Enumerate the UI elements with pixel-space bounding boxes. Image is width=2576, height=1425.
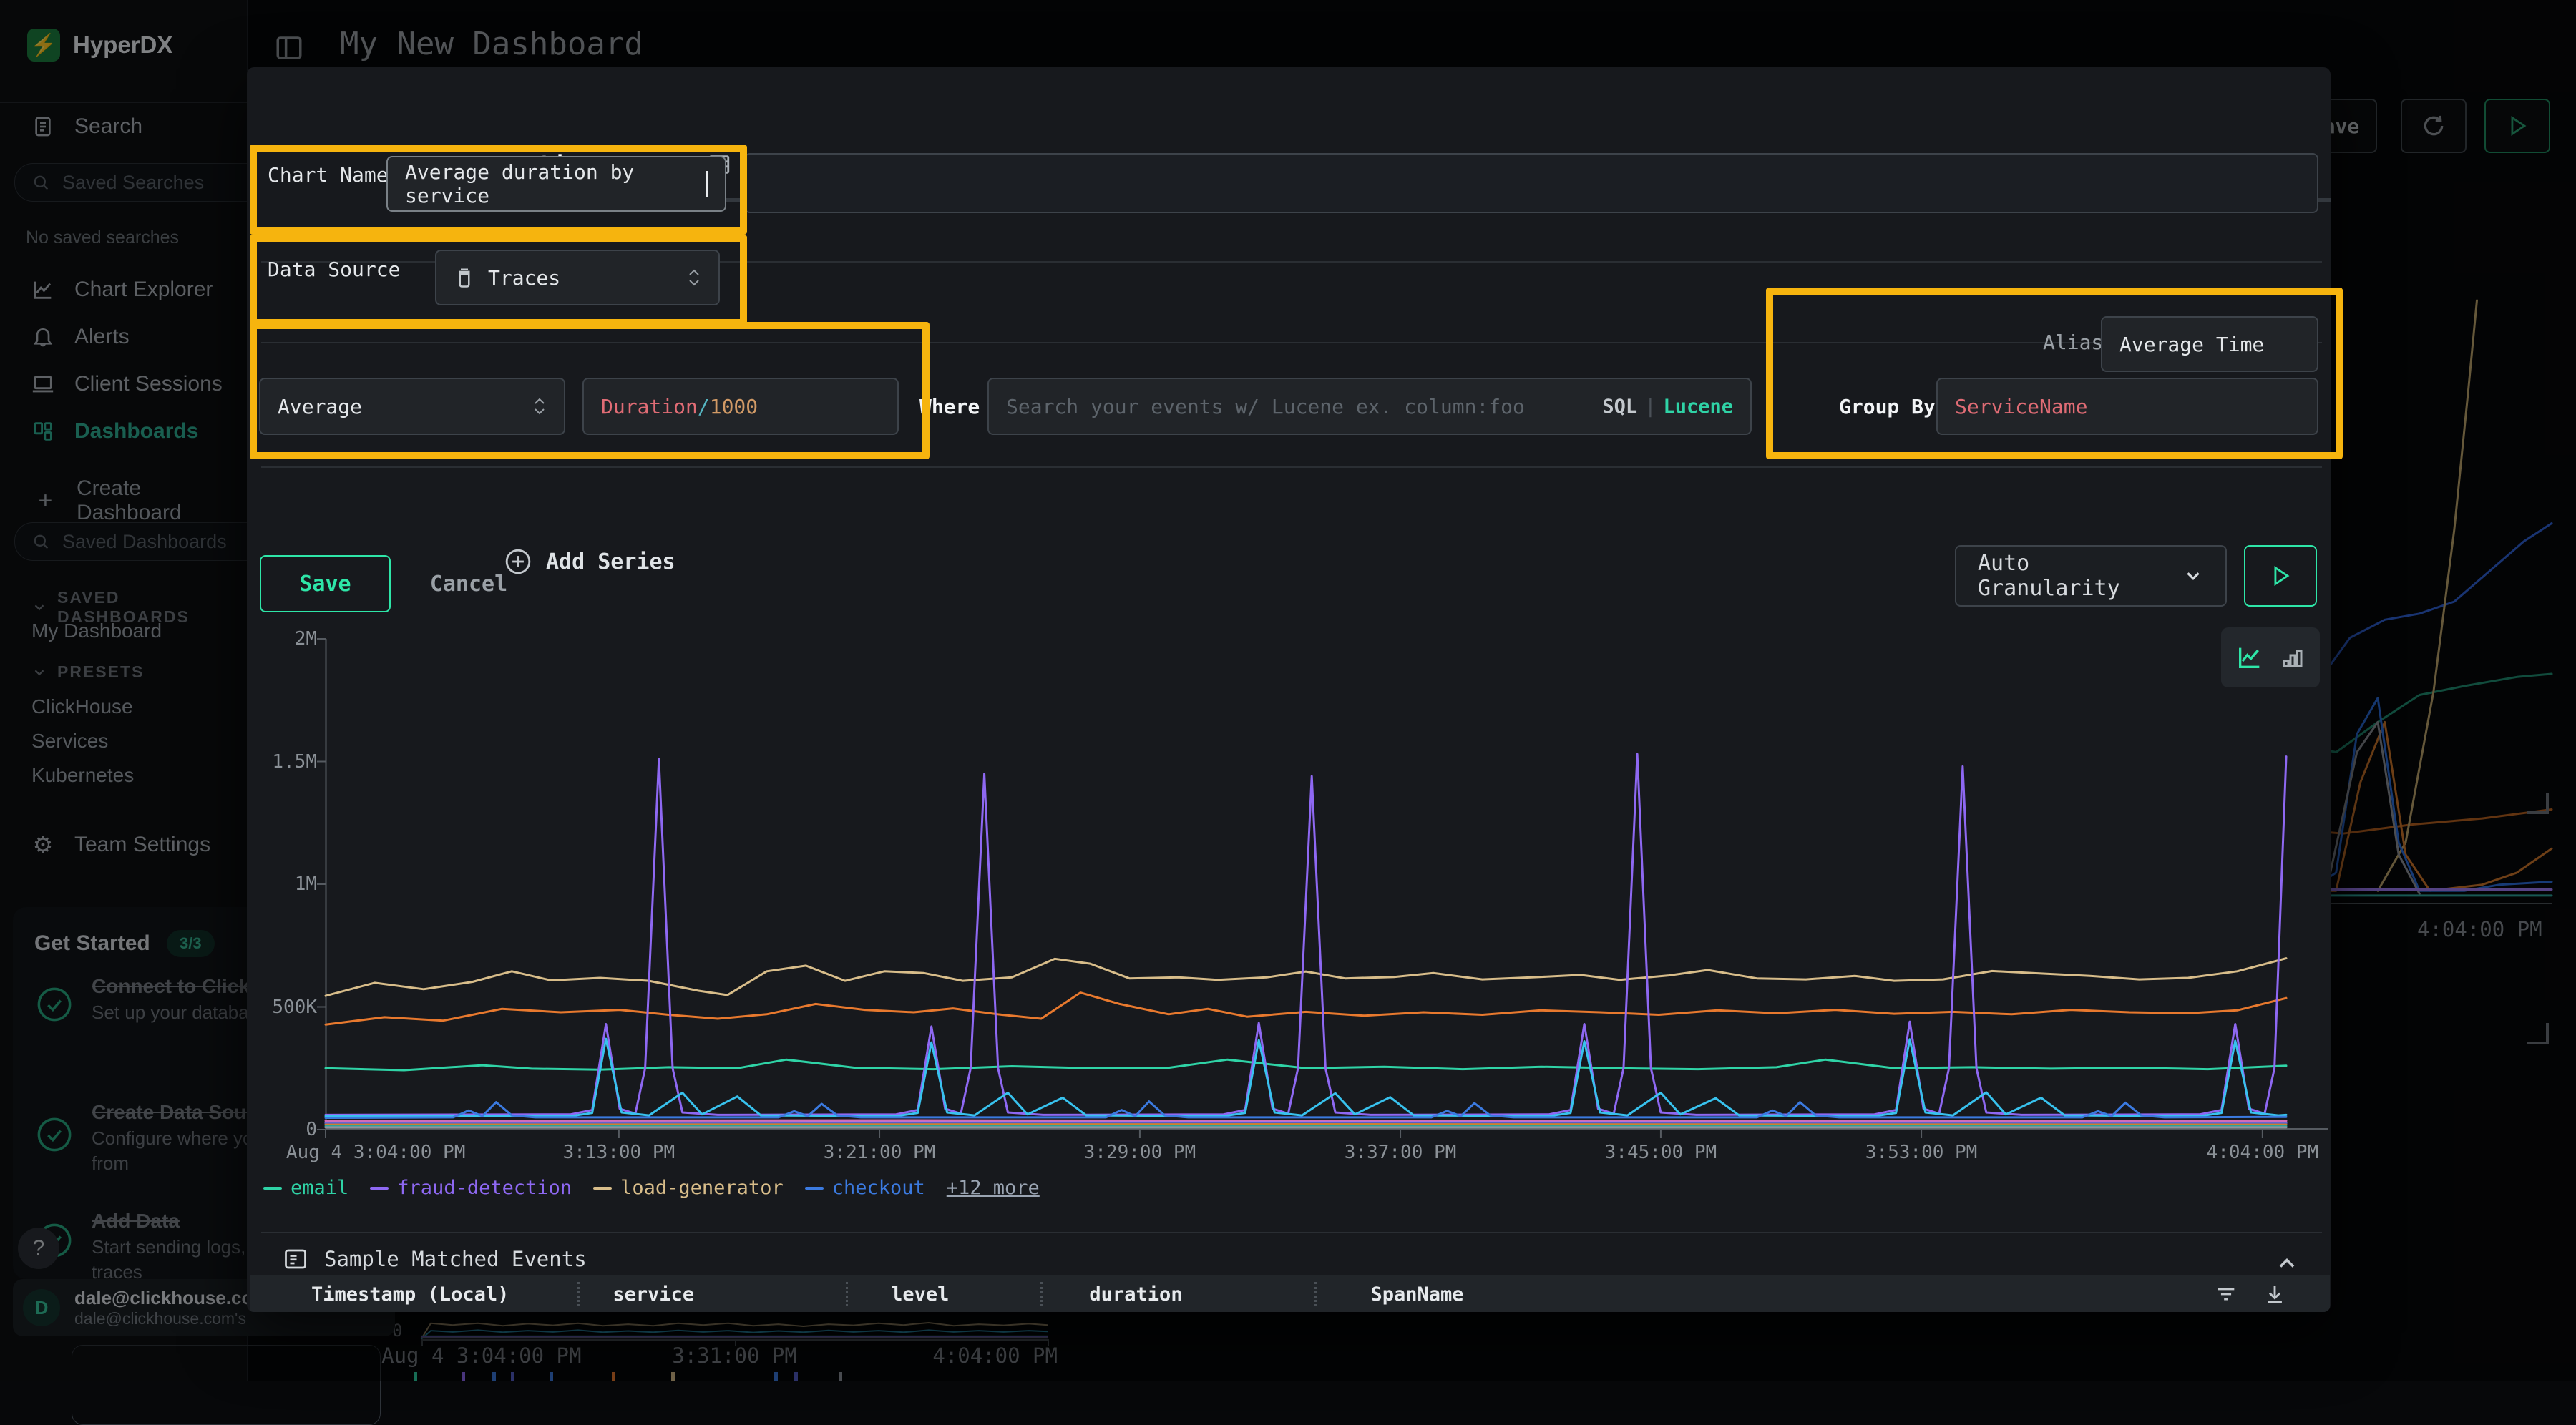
x-tick-label: 3:29:00 PM bbox=[1084, 1142, 1196, 1163]
legend-dash-icon bbox=[593, 1187, 612, 1190]
legend-dash-icon bbox=[263, 1187, 282, 1190]
where-label: Where bbox=[919, 395, 980, 418]
select-chevrons-icon bbox=[532, 397, 547, 416]
chart-name-input-extension[interactable] bbox=[744, 153, 2318, 213]
series-fraud-detection bbox=[326, 754, 2286, 1115]
text-cursor bbox=[706, 171, 708, 197]
y-tick-label: 2M bbox=[295, 628, 317, 650]
y-tick-label: 0 bbox=[306, 1119, 317, 1140]
column-separator[interactable] bbox=[577, 1282, 580, 1306]
column-separator[interactable] bbox=[1040, 1282, 1043, 1306]
divider bbox=[261, 342, 2322, 343]
where-search-input[interactable]: Search your events w/ Lucene ex. column:… bbox=[987, 378, 1752, 435]
series-payment bbox=[326, 1039, 2286, 1116]
series-other-1 bbox=[326, 1120, 2286, 1121]
chevron-up-icon bbox=[2274, 1250, 2300, 1276]
preview-chart: 0500K1M1.5M2M Aug 4 3:04:00 PM3:13:00 PM… bbox=[326, 639, 2286, 1130]
column-header[interactable]: Timestamp (Local) bbox=[311, 1283, 509, 1306]
y-tick-label: 500K bbox=[272, 996, 317, 1018]
series-load-generator bbox=[326, 959, 2286, 996]
run-chart-button[interactable] bbox=[2244, 545, 2317, 607]
download-icon[interactable] bbox=[2263, 1282, 2287, 1306]
aggregation-fn-select[interactable]: Average bbox=[259, 378, 565, 435]
granularity-select[interactable]: Auto Granularity bbox=[1955, 545, 2227, 607]
collapse-section-button[interactable] bbox=[2274, 1250, 2300, 1276]
play-icon bbox=[2268, 564, 2293, 588]
events-table-header: Timestamp (Local) service level duration… bbox=[250, 1275, 2330, 1312]
select-chevrons-icon bbox=[687, 268, 701, 287]
alias-label: Alias bbox=[2043, 330, 2103, 354]
divider bbox=[261, 1232, 2322, 1233]
y-tick-label: 1.5M bbox=[272, 751, 317, 773]
column-header[interactable]: level bbox=[891, 1283, 949, 1306]
list-icon bbox=[283, 1246, 308, 1272]
column-separator[interactable] bbox=[846, 1282, 848, 1306]
x-tick-label: 3:37:00 PM bbox=[1345, 1142, 1457, 1163]
aggregation-expr-input[interactable]: Duration/1000 bbox=[582, 378, 899, 435]
x-tick-label: 3:53:00 PM bbox=[1865, 1142, 1978, 1163]
filter-icon[interactable] bbox=[2214, 1282, 2238, 1306]
y-tick-label: 1M bbox=[295, 873, 317, 895]
add-series-button[interactable]: Add Series bbox=[504, 548, 675, 575]
sample-matched-events-header: Sample Matched Events bbox=[283, 1246, 587, 1272]
data-source-select[interactable]: Traces bbox=[435, 250, 720, 305]
legend-dash-icon bbox=[805, 1187, 824, 1190]
legend-item-load-generator[interactable]: load-generator bbox=[593, 1177, 784, 1199]
x-tick-label: 3:13:00 PM bbox=[563, 1142, 675, 1163]
legend-item-email[interactable]: email bbox=[263, 1177, 348, 1199]
chart-legend: email fraud-detection load-generator checko… bbox=[263, 1177, 1040, 1199]
save-button[interactable]: Save bbox=[260, 555, 391, 612]
legend-dash-icon bbox=[370, 1187, 389, 1190]
series-frontend bbox=[326, 993, 2286, 1025]
group-by-label: Group By bbox=[1839, 395, 1936, 418]
legend-item-fraud-detection[interactable]: fraud-detection bbox=[370, 1177, 572, 1199]
alias-input[interactable]: Average Time bbox=[2101, 316, 2318, 372]
data-source-label: Data Source bbox=[268, 258, 400, 281]
column-separator[interactable] bbox=[1314, 1282, 1317, 1306]
legend-more-link[interactable]: +12 more bbox=[947, 1177, 1040, 1199]
legend-item-checkout[interactable]: checkout bbox=[805, 1177, 925, 1199]
divider bbox=[261, 466, 2322, 468]
chevron-down-icon bbox=[2182, 565, 2204, 587]
data-source-icon bbox=[454, 267, 475, 288]
column-header[interactable]: duration bbox=[1089, 1283, 1182, 1306]
sql-lucene-toggle[interactable]: SQL|Lucene bbox=[1602, 396, 1733, 418]
series-email bbox=[326, 1059, 2286, 1070]
column-header[interactable]: SpanName bbox=[1370, 1283, 1463, 1306]
chart-name-label: Chart Name bbox=[268, 163, 389, 187]
x-tick-label: Aug 4 3:04:00 PM bbox=[286, 1142, 465, 1163]
chart-name-input[interactable]: Average duration by service bbox=[386, 156, 726, 212]
x-tick-label: 3:21:00 PM bbox=[824, 1142, 936, 1163]
x-tick-label: 4:04:00 PM bbox=[2207, 1142, 2319, 1163]
group-by-input[interactable]: ServiceName bbox=[1936, 378, 2318, 435]
x-tick-label: 3:45:00 PM bbox=[1605, 1142, 1717, 1163]
cancel-button[interactable]: Cancel bbox=[419, 555, 519, 612]
edit-chart-modal: Line/Bar Table 123 Number Search Markdow… bbox=[247, 67, 2331, 1312]
column-header[interactable]: service bbox=[613, 1283, 694, 1306]
